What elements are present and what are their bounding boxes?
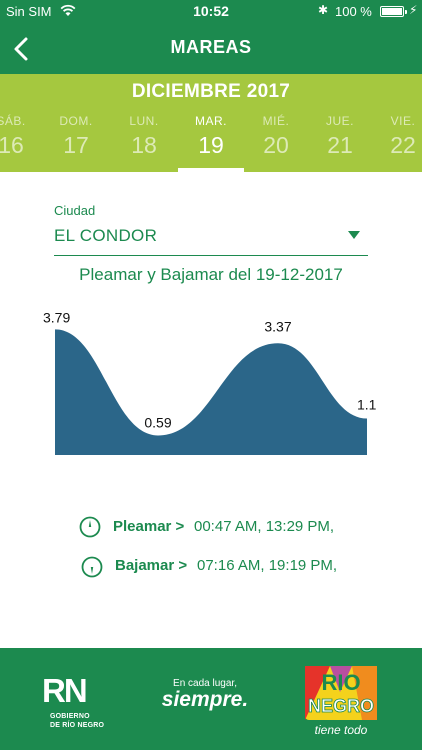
day-number: 21 xyxy=(327,132,353,158)
data-label-low-1: 0.59 xyxy=(144,414,171,430)
data-label-high-1: 3.79 xyxy=(43,309,70,325)
date-selector: DICIEMBRE 2017 SÁB. 16 DOM. 17 LUN. 18 M… xyxy=(0,74,422,172)
day-name: JUE. xyxy=(325,114,354,128)
rn-logo-mark: RN xyxy=(42,672,88,709)
badge-line-1: RIO xyxy=(321,670,360,695)
day-number: 18 xyxy=(131,132,157,158)
city-value: EL CONDOR xyxy=(54,226,158,245)
battery-percent: 100 % xyxy=(335,4,372,19)
day-number: 20 xyxy=(263,132,289,158)
page-title: MAREAS xyxy=(170,37,252,57)
badge-tagline: tiene todo xyxy=(314,723,368,737)
day-number: 16 xyxy=(0,132,24,158)
day-mon-18[interactable]: LUN. 18 xyxy=(112,114,176,159)
rio-negro-badge-graphic: RIO NEGRO xyxy=(305,666,377,720)
rn-logo-subtitle-line-2: DE RÍO NEGRO xyxy=(50,722,105,729)
slogan: En cada lugar, siempre. xyxy=(150,678,260,711)
bajamar-label: Bajamar > xyxy=(115,557,188,574)
city-label: Ciudad xyxy=(54,203,96,218)
day-number: 19 xyxy=(198,132,224,158)
bajamar-times: 07:16 AM, 19:19 PM, xyxy=(197,557,338,574)
status-bar: Sin SIM 10:52 ✱ 100 % ⚡ xyxy=(0,0,422,22)
tide-chart: 3.79 0.59 3.37 1.1 xyxy=(43,309,377,455)
battery-icon xyxy=(380,6,407,17)
footer: RN GOBIERNO DE RÍO NEGRO En cada lugar, … xyxy=(0,648,422,750)
clock-icon xyxy=(79,516,101,538)
chart-title: Pleamar y Bajamar del 19-12-2017 xyxy=(79,265,343,284)
badge-line-2: NEGRO xyxy=(308,696,374,716)
data-label-high-2: 3.37 xyxy=(264,318,291,334)
day-name: DOM. xyxy=(59,114,93,128)
charging-icon: ⚡ xyxy=(409,3,418,17)
day-sun-17[interactable]: DOM. 17 xyxy=(44,114,108,159)
data-label-low-2: 1.1 xyxy=(357,397,377,413)
day-wed-20[interactable]: MIÉ. 20 xyxy=(244,114,308,159)
rn-logo-subtitle: GOBIERNO DE RÍO NEGRO xyxy=(50,712,104,730)
rio-negro-badge: RIO NEGRO tiene todo xyxy=(300,662,382,742)
day-name: VIE. xyxy=(390,114,416,128)
day-fri-22[interactable]: VIE. 22 xyxy=(371,114,422,159)
dropdown-caret-icon xyxy=(348,231,360,239)
clock-icon xyxy=(81,556,103,578)
pleamar-row[interactable]: Pleamar > 00:47 AM, 13:29 PM, xyxy=(0,515,422,545)
day-number: 22 xyxy=(390,132,416,158)
day-name: MAR. xyxy=(195,114,227,128)
rn-logo-subtitle-line-1: GOBIERNO xyxy=(50,713,90,720)
day-tue-19-selected[interactable]: MAR. 19 xyxy=(179,114,243,159)
pleamar-times: 00:47 AM, 13:29 PM, xyxy=(194,518,335,535)
day-sat-16[interactable]: SÁB. 16 xyxy=(0,114,43,159)
day-thu-21[interactable]: JUE. 21 xyxy=(308,114,372,159)
day-name: LUN. xyxy=(129,114,159,128)
nav-bar: MAREAS xyxy=(0,22,422,74)
bluetooth-icon: ✱ xyxy=(318,3,329,17)
pleamar-label: Pleamar > xyxy=(113,518,185,535)
day-number: 17 xyxy=(63,132,89,158)
bajamar-row[interactable]: Bajamar > 07:16 AM, 19:19 PM, xyxy=(0,554,422,584)
month-title: DICIEMBRE 2017 xyxy=(131,81,291,102)
city-dropdown[interactable]: EL CONDOR xyxy=(54,220,368,256)
rn-government-logo: RN GOBIERNO DE RÍO NEGRO xyxy=(40,674,120,734)
selected-day-indicator xyxy=(178,168,244,172)
day-name: SÁB. xyxy=(0,114,26,128)
day-name: MIÉ. xyxy=(262,114,290,128)
tide-area xyxy=(55,329,367,455)
slogan-big: siempre. xyxy=(161,688,249,711)
